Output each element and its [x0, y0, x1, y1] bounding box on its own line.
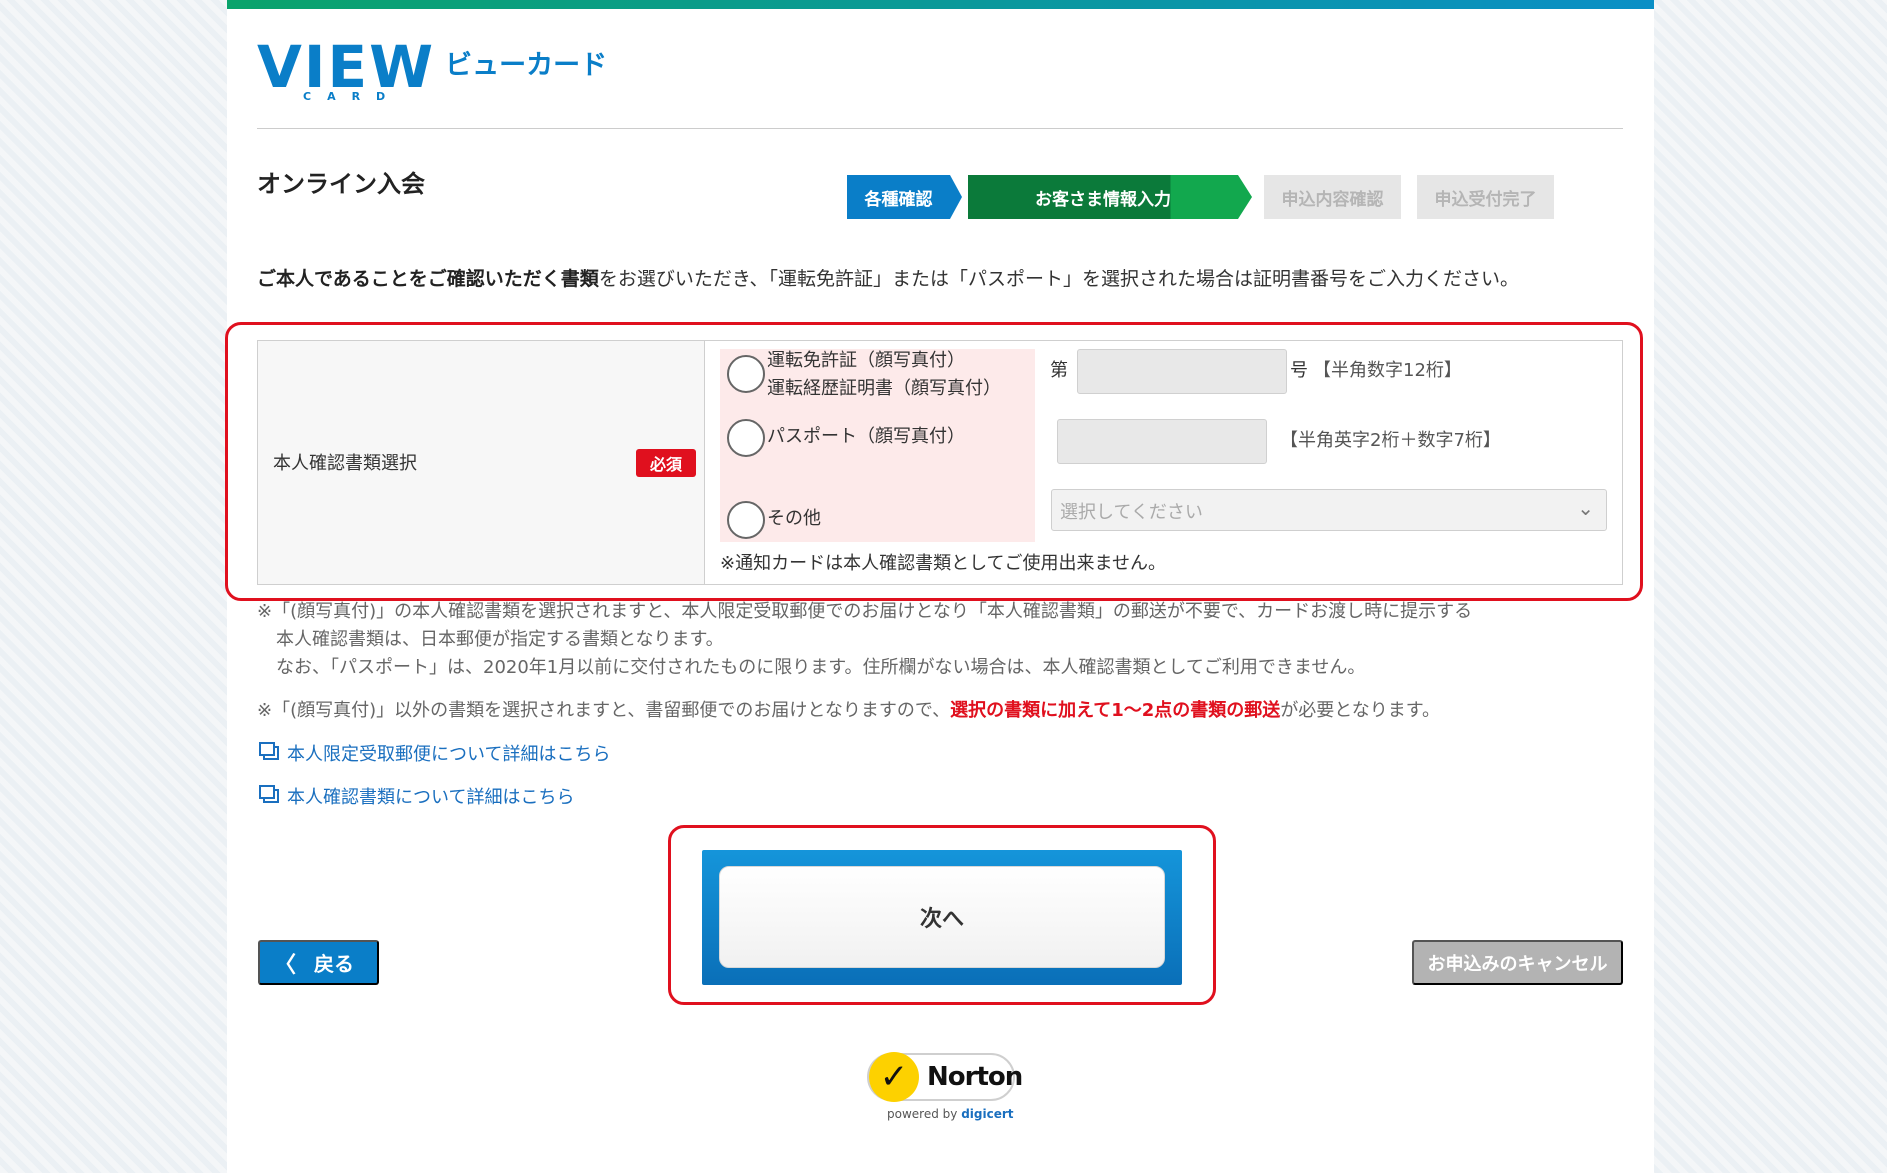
logo-card-text: CARD: [303, 90, 402, 103]
progress-steps: 各種確認 お客さま情報入力 申込内容確認 申込受付完了: [847, 175, 1554, 219]
back-button[interactable]: 〈戻る: [258, 940, 379, 985]
external-window-icon: [259, 742, 279, 760]
intro-rest: をお選びいただき、「運転免許証」または「パスポート」を選択された場合は証明書番号…: [598, 268, 1519, 290]
checkmark-icon: ✓: [869, 1052, 919, 1102]
chevron-left-icon: 〈: [274, 951, 297, 977]
step-customer-info: お客さま情報入力: [968, 175, 1252, 219]
logo-view-text: VIEW: [257, 33, 436, 101]
note2-post: が必要となります。: [1280, 700, 1440, 721]
logo-japanese-text: ビューカード: [445, 50, 608, 81]
norton-seal[interactable]: ✓ Norton powered by digicert: [867, 1045, 1023, 1125]
view-card-logo[interactable]: VIEW CARD ビューカード: [257, 33, 608, 103]
highlight-frame-next: [668, 825, 1216, 1005]
intro-bold: ご本人であることをご確認いただく書類: [257, 268, 599, 290]
powered-by-text: powered by: [887, 1107, 958, 1121]
norton-name: Norton: [927, 1062, 1023, 1092]
page-container: VIEW CARD ビューカード オンライン入会 各種確認 お客さま情報入力 申…: [225, 0, 1654, 1173]
cancel-application-button[interactable]: お申込みのキャンセル: [1412, 940, 1623, 985]
header-divider: [257, 128, 1623, 129]
link-text-2: 本人確認書類について詳細はこちら: [287, 787, 575, 808]
note-registered-mail: ※「(顔写真付)」以外の書類を選択されますと、書留郵便でのお届けとなりますので、…: [257, 697, 1440, 725]
top-accent-bar: [227, 0, 1654, 9]
note-photo-id-line2: 本人確認書類は、日本郵便が指定する書類となります。: [276, 629, 724, 650]
intro-text: ご本人であることをご確認いただく書類をお選びいただき、「運転免許証」または「パス…: [257, 264, 1597, 294]
link-id-document-details[interactable]: 本人確認書類について詳細はこちら: [259, 783, 575, 809]
norton-powered-by: powered by digicert: [887, 1107, 1014, 1121]
back-label: 戻る: [314, 954, 355, 976]
step-confirmation: 各種確認: [847, 175, 962, 219]
link-text-1: 本人限定受取郵便について詳細はこちら: [287, 744, 611, 765]
note-photo-id-line1: ※「(顔写真付)」の本人確認書類を選択されますと、本人限定受取郵便でのお届けとな…: [257, 601, 1473, 622]
highlight-frame-form: [225, 322, 1643, 601]
vendor-text: digicert: [961, 1107, 1014, 1121]
step-review: 申込内容確認: [1264, 175, 1401, 219]
page-title: オンライン入会: [257, 170, 425, 198]
step-complete: 申込受付完了: [1417, 175, 1554, 219]
external-window-icon: [259, 785, 279, 803]
link-restricted-mail-details[interactable]: 本人限定受取郵便について詳細はこちら: [259, 740, 611, 766]
note2-pre: ※「(顔写真付)」以外の書類を選択されますと、書留郵便でのお届けとなりますので、: [257, 700, 951, 721]
note-photo-id-line3: なお、「パスポート」は、2020年1月以前に交付されたものに限ります。住所欄がな…: [276, 657, 1366, 678]
note2-red: 選択の書類に加えて1～2点の書類の郵送: [950, 700, 1281, 721]
